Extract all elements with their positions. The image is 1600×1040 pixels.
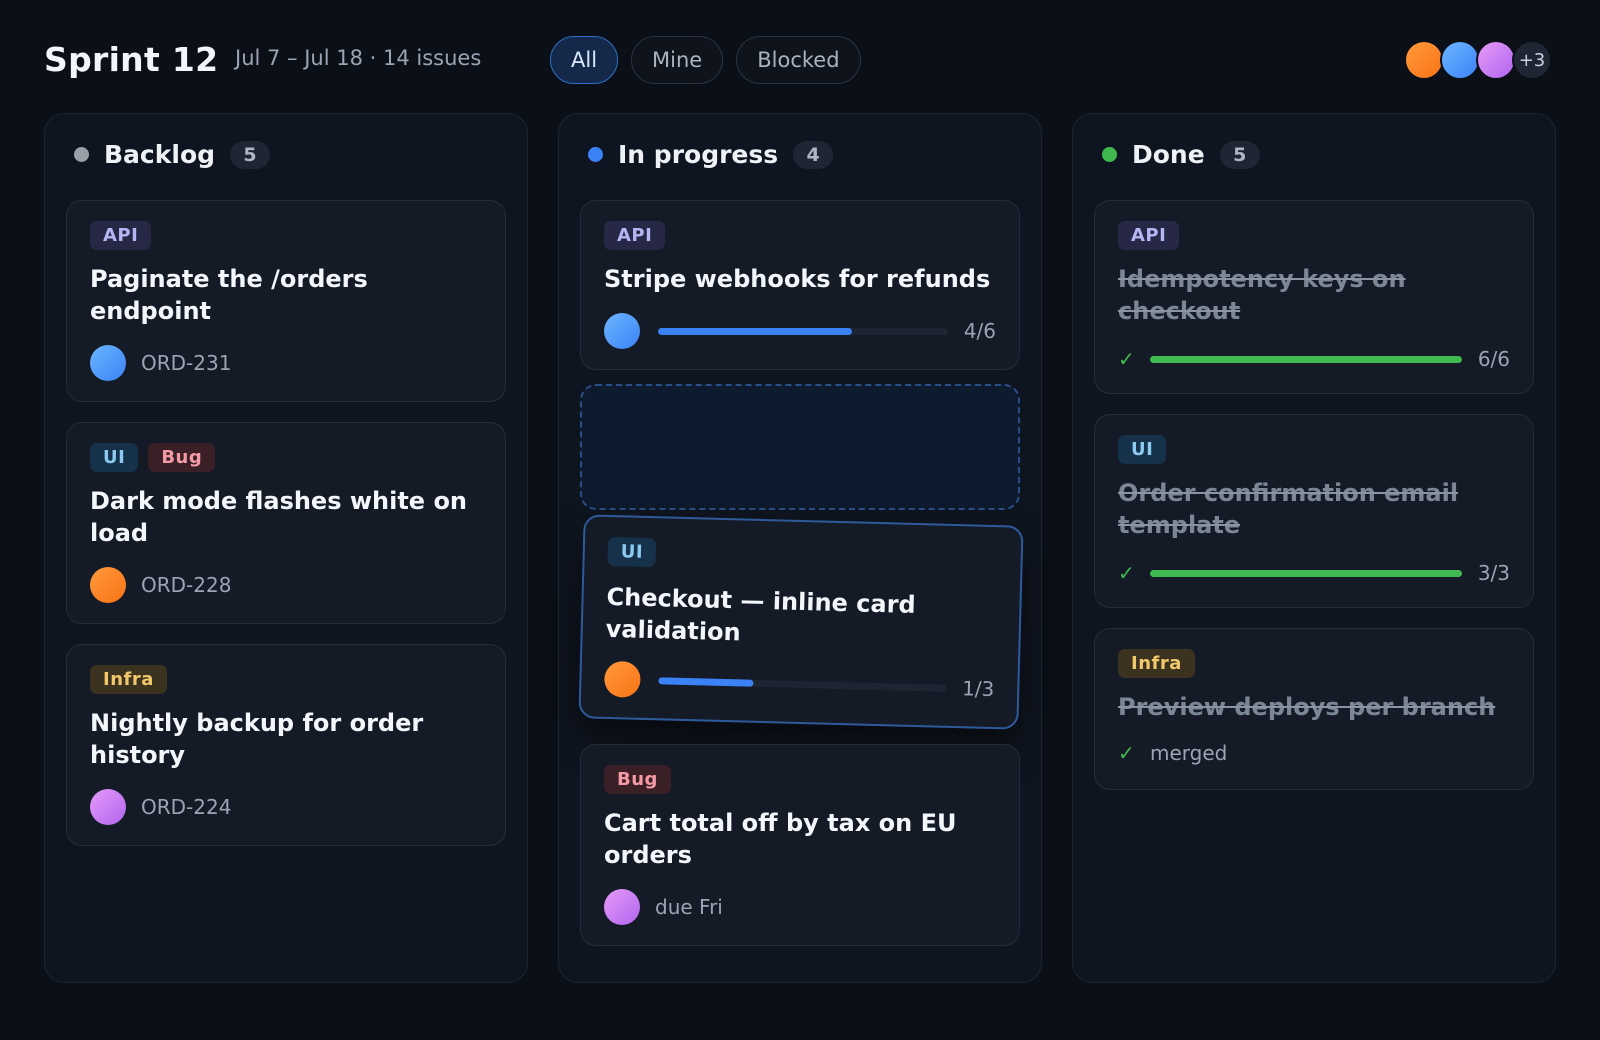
- progress-label: 3/3: [1477, 561, 1510, 585]
- avatar[interactable]: [1404, 40, 1444, 80]
- tag-infra: Infra: [90, 665, 167, 694]
- filter-mine[interactable]: Mine: [631, 36, 724, 84]
- progress-track: [1150, 569, 1462, 577]
- issue-id: ORD-231: [141, 351, 232, 375]
- issue-id: ORD-228: [141, 573, 232, 597]
- tag-ui: UI: [90, 443, 139, 472]
- issue-card[interactable]: Infra Preview deploys per branch ✓ merge…: [1094, 628, 1534, 790]
- issue-card[interactable]: UI Order confirmation email template ✓ 3…: [1094, 414, 1534, 608]
- assignee-avatar: [603, 660, 641, 698]
- avatar[interactable]: [1440, 40, 1480, 80]
- issue-card[interactable]: Bug Cart total off by tax on EU orders d…: [580, 744, 1020, 946]
- progress-fill: [658, 327, 853, 335]
- status-dot: [74, 147, 89, 162]
- column-title: In progress: [618, 140, 779, 169]
- issue-card[interactable]: UI Bug Dark mode flashes white on load O…: [66, 422, 506, 624]
- tag-ui: UI: [1118, 435, 1167, 464]
- sprint-subtitle: Jul 7 – Jul 18 · 14 issues: [235, 46, 482, 70]
- avatar[interactable]: [1476, 40, 1516, 80]
- card-title: Dark mode flashes white on load: [90, 487, 468, 547]
- tag-api: API: [604, 221, 666, 250]
- progress-fill: [1150, 569, 1462, 577]
- progress-track: [1150, 355, 1462, 363]
- card-title: Nightly backup for order history: [90, 709, 424, 769]
- dragging-issue-card[interactable]: UI Checkout — inline card validation 1/3: [578, 514, 1024, 730]
- progress-track: [658, 327, 948, 335]
- due-date: due Fri: [655, 895, 723, 919]
- assignee-avatar: [90, 345, 126, 381]
- issue-card[interactable]: API Paginate the /orders endpoint ORD-23…: [66, 200, 506, 402]
- progress: ✓ 6/6: [1118, 347, 1510, 371]
- card-title: Idempotency keys on checkout: [1118, 265, 1406, 325]
- filter-blocked[interactable]: Blocked: [736, 36, 861, 84]
- progress-track: [658, 676, 947, 692]
- card-title: Preview deploys per branch: [1118, 693, 1496, 721]
- board-header: Sprint 12 Jul 7 – Jul 18 · 14 issues All…: [44, 36, 1556, 86]
- more-members-badge[interactable]: +3: [1512, 40, 1552, 80]
- tag-api: API: [1118, 221, 1180, 250]
- column-title: Backlog: [104, 140, 216, 169]
- progress-label: 6/6: [1477, 347, 1510, 371]
- issue-card[interactable]: API Stripe webhooks for refunds 4/6: [580, 200, 1020, 370]
- tag-ui: UI: [607, 536, 657, 568]
- progress-fill: [1150, 355, 1462, 363]
- tag-api: API: [90, 221, 152, 250]
- column-header: Backlog 5: [74, 140, 271, 169]
- check-icon: ✓: [1118, 741, 1135, 765]
- progress-label: 1/3: [961, 676, 995, 702]
- progress: ✓ 3/3: [1118, 561, 1510, 585]
- drop-placeholder[interactable]: [580, 384, 1020, 510]
- assignee-avatar: [90, 789, 126, 825]
- tag-bug: Bug: [148, 443, 216, 472]
- progress-label: 4/6: [963, 319, 996, 343]
- card-title: Checkout — inline card validation: [605, 582, 917, 647]
- progress: 4/6: [604, 313, 996, 349]
- issue-card[interactable]: API Idempotency keys on checkout ✓ 6/6: [1094, 200, 1534, 394]
- assignee-avatar: [90, 567, 126, 603]
- progress: 1/3: [603, 660, 995, 707]
- column-backlog: Backlog 5 API Paginate the /orders endpo…: [44, 113, 528, 983]
- column-done: Done 5 API Idempotency keys on checkout …: [1072, 113, 1556, 983]
- status-dot: [588, 147, 603, 162]
- column-count-badge: 4: [793, 140, 834, 169]
- filter-all[interactable]: All: [550, 36, 619, 84]
- card-title: Cart total off by tax on EU orders: [604, 809, 957, 869]
- issue-id: ORD-224: [141, 795, 232, 819]
- column-header: Done 5: [1102, 140, 1260, 169]
- issue-card[interactable]: Infra Nightly backup for order history O…: [66, 644, 506, 846]
- column-count-badge: 5: [1219, 140, 1260, 169]
- tag-infra: Infra: [1118, 649, 1195, 678]
- card-title: Order confirmation email template: [1118, 479, 1459, 539]
- column-count-badge: 5: [230, 140, 271, 169]
- sprint-title: Sprint 12: [44, 40, 219, 79]
- column-title: Done: [1132, 140, 1205, 169]
- merged-status: merged: [1150, 741, 1228, 765]
- assignee-avatar: [604, 889, 640, 925]
- status-dot: [1102, 147, 1117, 162]
- tag-bug: Bug: [604, 765, 671, 794]
- column-in-progress: In progress 4 API Stripe webhooks for re…: [558, 113, 1042, 983]
- card-title: Stripe webhooks for refunds: [604, 265, 991, 293]
- assignee-avatar: [604, 313, 640, 349]
- team-avatars[interactable]: +3: [1404, 40, 1552, 80]
- filter-chips: All Mine Blocked: [550, 36, 861, 84]
- card-title: Paginate the /orders endpoint: [90, 265, 368, 325]
- progress-fill: [658, 676, 754, 687]
- check-icon: ✓: [1118, 561, 1135, 585]
- check-icon: ✓: [1118, 347, 1135, 371]
- column-header: In progress 4: [588, 140, 834, 169]
